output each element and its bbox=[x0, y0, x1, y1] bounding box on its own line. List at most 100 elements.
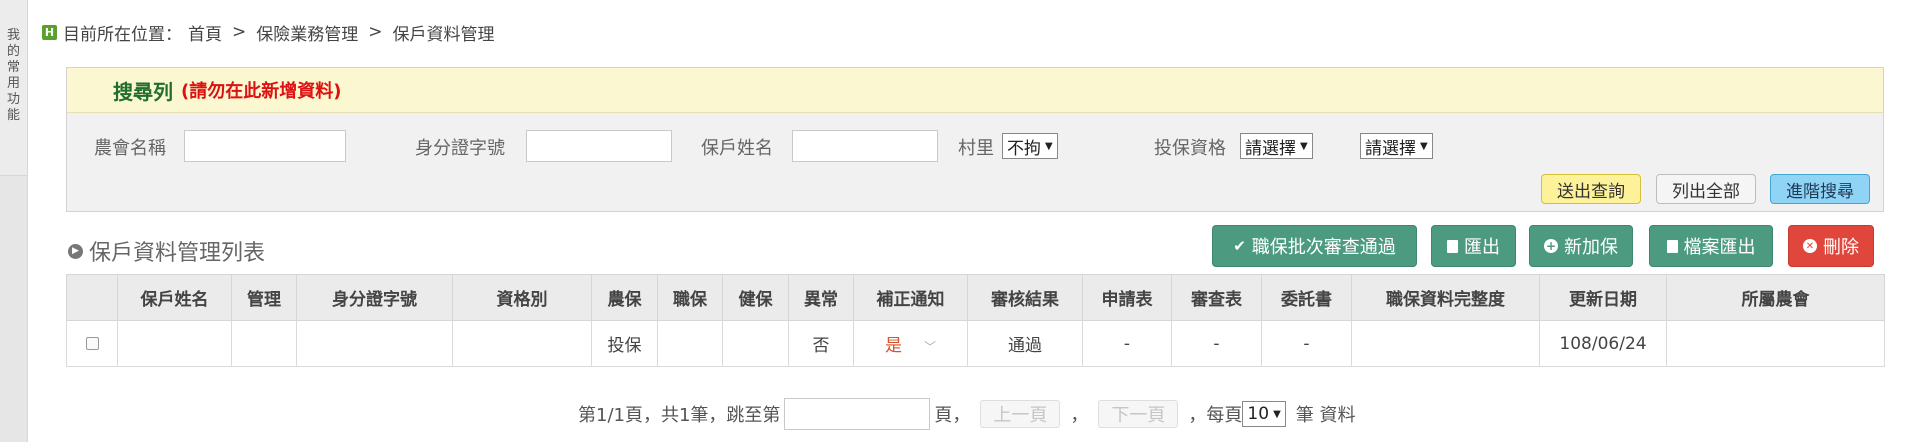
side-strip bbox=[0, 176, 28, 442]
chevron-down-icon[interactable]: ﹀ bbox=[924, 340, 936, 354]
pager-per-page-prefix: ，每頁 bbox=[1188, 405, 1243, 426]
pager-page-unit: 頁， bbox=[934, 405, 971, 426]
col-header-review-form[interactable]: 審查表 bbox=[1171, 274, 1262, 321]
close-circle-icon: ✕ bbox=[1803, 239, 1817, 253]
add-insurance-button[interactable]: + 新加保 bbox=[1529, 225, 1633, 267]
eligibility-sub-select[interactable]: 請選擇 ▼ bbox=[1360, 133, 1433, 159]
qualification-cell bbox=[452, 320, 592, 367]
per-page-value: 10 bbox=[1247, 404, 1270, 424]
add-insurance-label: 新加保 bbox=[1564, 237, 1618, 258]
col-header-completeness[interactable]: 職保資料完整度 bbox=[1351, 274, 1540, 321]
side-tab-char: 我 bbox=[6, 28, 20, 43]
breadcrumb-item-home[interactable]: 首頁 bbox=[188, 20, 222, 45]
village-label: 村里 bbox=[958, 138, 994, 159]
pager-summary: 第1/1頁，共1筆，跳至第 bbox=[578, 405, 781, 426]
holder-name-label: 保戶姓名 bbox=[701, 138, 773, 159]
dropdown-arrow-icon: ▼ bbox=[1273, 408, 1281, 420]
col-header-abnormal[interactable]: 異常 bbox=[788, 274, 854, 321]
advanced-search-button[interactable]: 進階搜尋 bbox=[1770, 174, 1870, 204]
col-header-review-result[interactable]: 審核結果 bbox=[967, 274, 1083, 321]
village-select[interactable]: 不拘 ▼ bbox=[1002, 133, 1058, 159]
farmers-assoc-input[interactable] bbox=[184, 130, 346, 162]
row-select-cell bbox=[66, 320, 118, 367]
file-icon bbox=[1666, 239, 1678, 253]
col-header-occupational-ins[interactable]: 職保 bbox=[657, 274, 723, 321]
side-tab-char: 常 bbox=[6, 60, 20, 75]
table-header-row: 保戶姓名 管理 身分證字號 資格別 農保 職保 健保 異常 補正通知 審核結果 … bbox=[66, 274, 1885, 321]
farmers-assoc-cell bbox=[1666, 320, 1885, 367]
export-button[interactable]: 匯出 bbox=[1431, 225, 1516, 267]
col-header-select bbox=[66, 274, 118, 321]
application-form-cell: - bbox=[1082, 320, 1172, 367]
search-panel: 搜尋列 (請勿在此新增資料) 農會名稱 身分證字號 保戶姓名 村里 不拘 ▼ 投保… bbox=[66, 67, 1884, 212]
updated-cell: 108/06/24 bbox=[1539, 320, 1667, 367]
document-icon bbox=[1447, 239, 1458, 253]
side-tab-char: 功 bbox=[6, 92, 20, 107]
page-jump-input[interactable] bbox=[784, 398, 931, 430]
batch-approve-label: 職保批次審查通過 bbox=[1251, 237, 1396, 258]
col-header-power-of-attorney[interactable]: 委託書 bbox=[1261, 274, 1352, 321]
plus-circle-icon: + bbox=[1544, 239, 1558, 253]
correction-notice-value: 是 bbox=[884, 336, 902, 356]
h-badge-icon: H bbox=[42, 24, 57, 40]
farmer-ins-cell: 投保 bbox=[591, 320, 658, 367]
eligibility-select[interactable]: 請選擇 ▼ bbox=[1240, 133, 1313, 159]
correction-notice-cell[interactable]: 是 ﹀ bbox=[853, 320, 968, 367]
completeness-cell bbox=[1351, 320, 1540, 367]
occupational-ins-cell bbox=[657, 320, 723, 367]
policyholder-table: 保戶姓名 管理 身分證字號 資格別 農保 職保 健保 異常 補正通知 審核結果 … bbox=[66, 274, 1885, 367]
col-header-qualification[interactable]: 資格別 bbox=[452, 274, 592, 321]
col-header-updated[interactable]: 更新日期 bbox=[1539, 274, 1667, 321]
eligibility-label: 投保資格 bbox=[1154, 138, 1226, 159]
side-tab-char: 的 bbox=[6, 44, 20, 59]
table-row: 投保 否 是 ﹀ 通過 - - - 108/06/24 bbox=[66, 320, 1885, 367]
dropdown-arrow-icon: ▼ bbox=[1420, 140, 1428, 152]
pager-comma: ， bbox=[1070, 405, 1089, 426]
breadcrumb: H 目前所在位置： 首頁 > 保險業務管理 > 保戶資料管理 bbox=[42, 20, 495, 45]
col-header-holder-name[interactable]: 保戶姓名 bbox=[117, 274, 232, 321]
id-number-input[interactable] bbox=[526, 130, 672, 162]
col-header-farmers-assoc[interactable]: 所屬農會 bbox=[1666, 274, 1885, 321]
manage-cell[interactable] bbox=[231, 320, 297, 367]
eligibility-select-value: 請選擇 bbox=[1245, 138, 1296, 159]
col-header-health-ins[interactable]: 健保 bbox=[722, 274, 789, 321]
breadcrumb-separator: > bbox=[232, 22, 247, 42]
review-form-cell: - bbox=[1171, 320, 1262, 367]
per-page-select[interactable]: 10 ▼ bbox=[1242, 401, 1286, 427]
id-number-label: 身分證字號 bbox=[415, 138, 505, 159]
village-select-value: 不拘 bbox=[1007, 138, 1041, 159]
list-all-button[interactable]: 列出全部 bbox=[1656, 174, 1756, 204]
delete-label: 刪除 bbox=[1823, 237, 1859, 258]
side-tab-char: 能 bbox=[6, 108, 20, 123]
col-header-application-form[interactable]: 申請表 bbox=[1082, 274, 1172, 321]
col-header-correction-notice[interactable]: 補正通知 bbox=[853, 274, 968, 321]
farmers-assoc-label: 農會名稱 bbox=[94, 138, 166, 159]
prev-page-button[interactable]: 上一頁 bbox=[980, 400, 1061, 428]
circle-arrow-icon: ▶ bbox=[68, 243, 83, 259]
row-checkbox[interactable] bbox=[85, 337, 99, 350]
power-of-attorney-cell: - bbox=[1261, 320, 1352, 367]
col-header-manage: 管理 bbox=[231, 274, 297, 321]
breadcrumb-separator: > bbox=[368, 22, 383, 42]
review-result-cell: 通過 bbox=[967, 320, 1083, 367]
list-title-text: 保戶資料管理列表 bbox=[89, 241, 266, 266]
id-number-cell bbox=[296, 320, 453, 367]
breadcrumb-item-insurance[interactable]: 保險業務管理 bbox=[256, 20, 358, 45]
search-note: (請勿在此新增資料) bbox=[181, 81, 342, 102]
file-export-label: 檔案匯出 bbox=[1683, 237, 1756, 258]
favorites-side-tab[interactable]: 我 的 常 用 功 能 bbox=[0, 0, 28, 176]
export-label: 匯出 bbox=[1464, 237, 1500, 258]
dropdown-arrow-icon: ▼ bbox=[1045, 140, 1053, 152]
col-header-id-number[interactable]: 身分證字號 bbox=[296, 274, 453, 321]
eligibility-sub-select-value: 請選擇 bbox=[1365, 138, 1416, 159]
delete-button[interactable]: ✕ 刪除 bbox=[1788, 225, 1874, 267]
holder-name-input[interactable] bbox=[792, 130, 938, 162]
submit-query-button[interactable]: 送出查詢 bbox=[1541, 174, 1641, 204]
batch-approve-button[interactable]: ✔ 職保批次審查通過 bbox=[1212, 225, 1417, 267]
list-title: ▶ 保戶資料管理列表 bbox=[68, 236, 265, 266]
next-page-button[interactable]: 下一頁 bbox=[1098, 400, 1179, 428]
col-header-farmer-ins[interactable]: 農保 bbox=[591, 274, 658, 321]
pager-per-page-suffix: 筆 資料 bbox=[1295, 405, 1356, 426]
holder-name-cell[interactable] bbox=[117, 320, 232, 367]
file-export-button[interactable]: 檔案匯出 bbox=[1649, 225, 1773, 267]
